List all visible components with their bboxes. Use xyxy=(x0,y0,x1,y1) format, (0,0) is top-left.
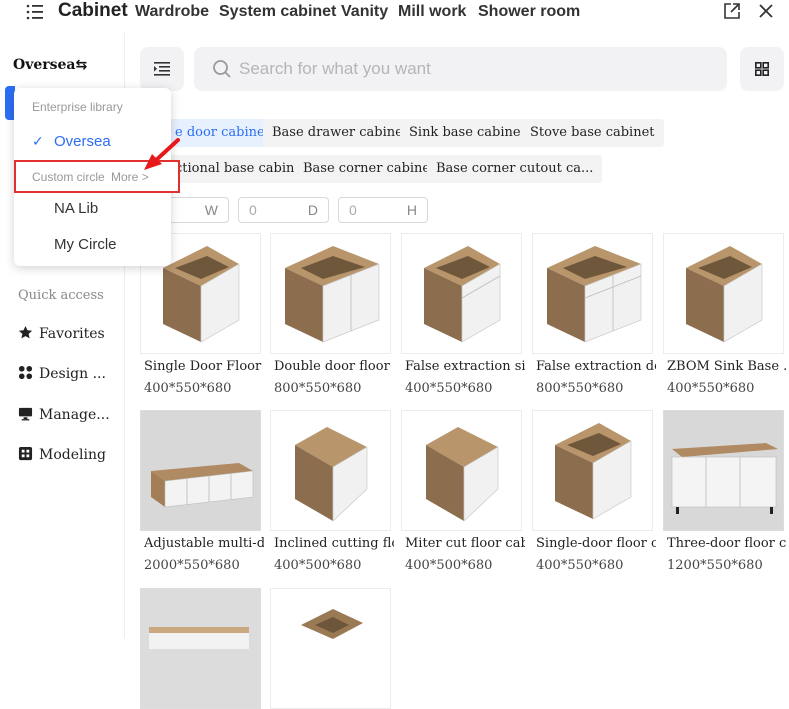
product-name[interactable]: False extraction sin... xyxy=(405,359,525,374)
swap-arrows-icon: ⇆ xyxy=(75,57,88,73)
checkmark-icon: ✓ xyxy=(32,134,44,150)
list-menu-icon[interactable] xyxy=(26,2,44,22)
category-tab-mill-work[interactable]: Mill work xyxy=(398,3,466,21)
search-icon xyxy=(213,60,231,78)
product-name[interactable]: ZBOM Sink Base ... xyxy=(667,359,787,374)
close-icon[interactable] xyxy=(756,1,776,21)
product-size: 400*550*680 xyxy=(667,381,755,396)
category-tab-system-cabinet[interactable]: System cabinet xyxy=(219,3,336,21)
product-thumbnail xyxy=(663,410,784,531)
sidebar-item-favorites[interactable]: Favorites xyxy=(18,325,105,342)
library-title: Oversea xyxy=(13,57,76,73)
design-icon xyxy=(18,365,33,380)
search-input[interactable]: Search for what you want xyxy=(239,59,431,79)
tag-sink-base-cabinet[interactable]: Sink base cabinet xyxy=(400,119,535,147)
product-size: 400*550*680 xyxy=(536,558,624,573)
star-icon xyxy=(18,325,33,339)
product-name[interactable]: Double door floor c... xyxy=(274,359,394,374)
library-dropdown: Enterprise library ✓ Oversea Custom circ… xyxy=(14,88,180,266)
product-size: 400*500*680 xyxy=(405,558,493,573)
category-tab-vanity[interactable]: Vanity xyxy=(341,3,388,21)
product-thumbnail xyxy=(270,233,391,354)
dropdown-item-oversea[interactable]: Oversea xyxy=(54,133,111,150)
library-switcher[interactable]: Oversea⇆ xyxy=(13,57,87,73)
sidebar-item-label: Manage... xyxy=(39,407,110,423)
depth-input[interactable]: 0D xyxy=(238,197,329,223)
product-size: 400*550*680 xyxy=(405,381,493,396)
sidebar-item-label: Design ... xyxy=(39,366,106,382)
product-thumbnail xyxy=(270,588,391,709)
sidebar-item-label: Modeling xyxy=(39,447,106,463)
sidebar-item-manage[interactable]: Manage... xyxy=(18,406,110,423)
product-thumbnail xyxy=(532,233,653,354)
product-thumbnail xyxy=(663,233,784,354)
dropdown-item-na-lib[interactable]: NA Lib xyxy=(54,200,98,217)
filter-toggle-button[interactable] xyxy=(140,47,184,91)
product-size: 1200*550*680 xyxy=(667,558,763,573)
tag-base-corner-cutout[interactable]: Base corner cutout ca... xyxy=(427,155,603,183)
top-bar: Cabinet Wardrobe System cabinet Vanity M… xyxy=(0,0,789,26)
tag-base-corner-cabinet[interactable]: Base corner cabinet xyxy=(294,155,445,183)
custom-circle-label: Custom circle xyxy=(32,170,105,184)
tag-base-door-cabinet[interactable]: e door cabinet xyxy=(166,119,279,147)
category-tab-wardrobe[interactable]: Wardrobe xyxy=(135,3,209,21)
monitor-icon xyxy=(18,407,33,421)
product-thumbnail xyxy=(140,410,261,531)
tag-stove-base-cabinet[interactable]: Stove base cabinet xyxy=(521,119,664,147)
sidebar-item-design[interactable]: Design ... xyxy=(18,365,106,382)
annotation-arrow-icon xyxy=(144,138,180,170)
open-external-icon[interactable] xyxy=(722,1,742,21)
tag-base-drawer-cabinet[interactable]: Base drawer cabinet xyxy=(263,119,418,147)
product-name[interactable]: Inclined cutting flo... xyxy=(274,536,394,551)
product-name[interactable]: Single-door floor c... xyxy=(536,536,656,551)
product-name[interactable]: Three-door floor ca... xyxy=(667,536,787,551)
product-thumbnail xyxy=(532,410,653,531)
product-size: 800*550*680 xyxy=(274,381,362,396)
product-size: 2000*550*680 xyxy=(144,558,240,573)
indent-menu-icon xyxy=(154,62,170,76)
grid-view-button[interactable] xyxy=(740,47,784,91)
product-name[interactable]: False extraction do... xyxy=(536,359,656,374)
product-name[interactable]: Miter cut floor cabi... xyxy=(405,536,525,551)
product-thumbnail xyxy=(401,410,522,531)
modeling-icon xyxy=(18,446,33,461)
product-size: 400*550*680 xyxy=(144,381,232,396)
dropdown-item-my-circle[interactable]: My Circle xyxy=(54,236,117,253)
quick-access-label: Quick access xyxy=(18,288,104,303)
enterprise-library-header: Enterprise library xyxy=(32,100,123,114)
category-title-cabinet[interactable]: Cabinet xyxy=(58,0,128,22)
product-thumbnail xyxy=(140,588,261,709)
product-name[interactable]: Single Door Floor ... xyxy=(144,359,264,374)
product-size: 800*550*680 xyxy=(536,381,624,396)
product-name[interactable]: Adjustable multi-do... xyxy=(144,536,264,551)
sidebar-item-modeling[interactable]: Modeling xyxy=(18,446,106,463)
sidebar-item-label: Favorites xyxy=(39,326,105,342)
product-thumbnail xyxy=(401,233,522,354)
category-tab-shower-room[interactable]: Shower room xyxy=(478,3,580,21)
product-size: 400*500*680 xyxy=(274,558,362,573)
search-bar[interactable]: Search for what you want xyxy=(194,47,727,91)
product-thumbnail xyxy=(270,410,391,531)
height-input[interactable]: 0H xyxy=(338,197,428,223)
grid-icon xyxy=(755,62,769,76)
